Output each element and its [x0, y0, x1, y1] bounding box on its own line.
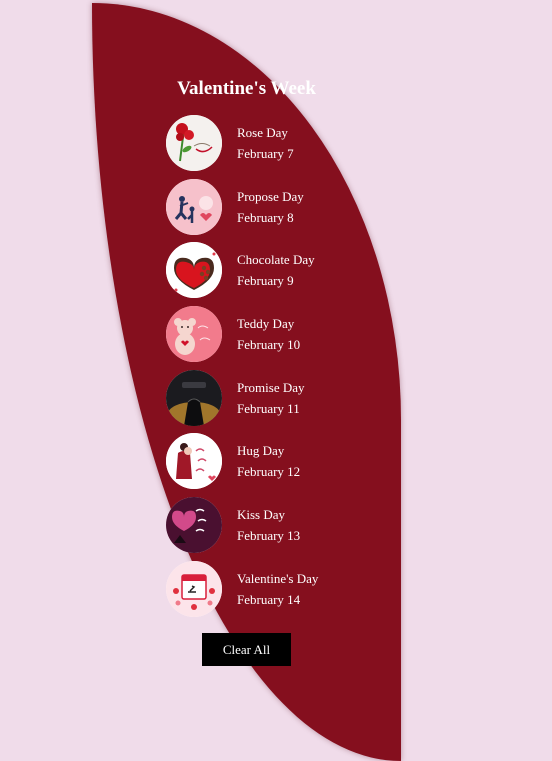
rose-day-icon [166, 115, 222, 171]
day-name: Kiss Day [237, 507, 286, 523]
day-name: Promise Day [237, 379, 305, 395]
day-date: February 8 [237, 209, 294, 225]
day-date: February 14 [237, 591, 301, 607]
day-info: Rose Day February 7 [237, 122, 294, 164]
list-item-valentines-day[interactable]: Valentine's Day February 14 [166, 560, 396, 617]
day-date: February 7 [237, 146, 294, 161]
hug-day-icon [166, 433, 222, 490]
clear-all-button[interactable]: Clear All [202, 633, 291, 666]
valentines-day-icon [166, 560, 222, 617]
list-item-teddy-day[interactable]: Teddy Day February 10 [166, 306, 396, 363]
day-name: Teddy Day [237, 316, 295, 332]
list-item-rose-day[interactable]: Rose Day February 7 [166, 115, 396, 171]
day-date: February 10 [237, 337, 301, 353]
day-info: Teddy Day February 10 [237, 313, 300, 355]
list-item-promise-day[interactable]: Promise Day February 11 [166, 369, 396, 426]
teddy-day-icon [166, 306, 222, 363]
day-date: February 11 [237, 400, 300, 416]
day-name: Valentine's Day [237, 570, 319, 586]
valentine-days-list: Rose Day February 7 Propose Day February… [166, 115, 396, 625]
day-name: Rose Day [237, 125, 288, 140]
day-date: February 13 [237, 528, 301, 544]
day-info: Kiss Day February 13 [237, 504, 300, 546]
day-info: Chocolate Day February 9 [237, 249, 315, 291]
day-info: Valentine's Day February 14 [237, 568, 318, 610]
propose-day-icon [166, 178, 222, 235]
day-info: Promise Day February 11 [237, 377, 305, 419]
day-name: Hug Day [237, 443, 285, 459]
chocolate-day-icon [166, 242, 222, 299]
day-name: Propose Day [237, 188, 304, 204]
day-info: Hug Day February 12 [237, 440, 300, 482]
list-item-kiss-day[interactable]: Kiss Day February 13 [166, 497, 396, 554]
list-item-chocolate-day[interactable]: Chocolate Day February 9 [166, 242, 396, 299]
promise-day-icon [166, 369, 222, 426]
page-title: Valentine's Week [177, 78, 316, 99]
day-info: Propose Day February 8 [237, 186, 304, 228]
day-date: February 12 [237, 464, 301, 480]
day-name: Chocolate Day [237, 252, 315, 268]
list-item-hug-day[interactable]: Hug Day February 12 [166, 433, 396, 490]
kiss-day-icon [166, 497, 222, 554]
list-item-propose-day[interactable]: Propose Day February 8 [166, 178, 396, 235]
day-date: February 9 [237, 273, 294, 289]
